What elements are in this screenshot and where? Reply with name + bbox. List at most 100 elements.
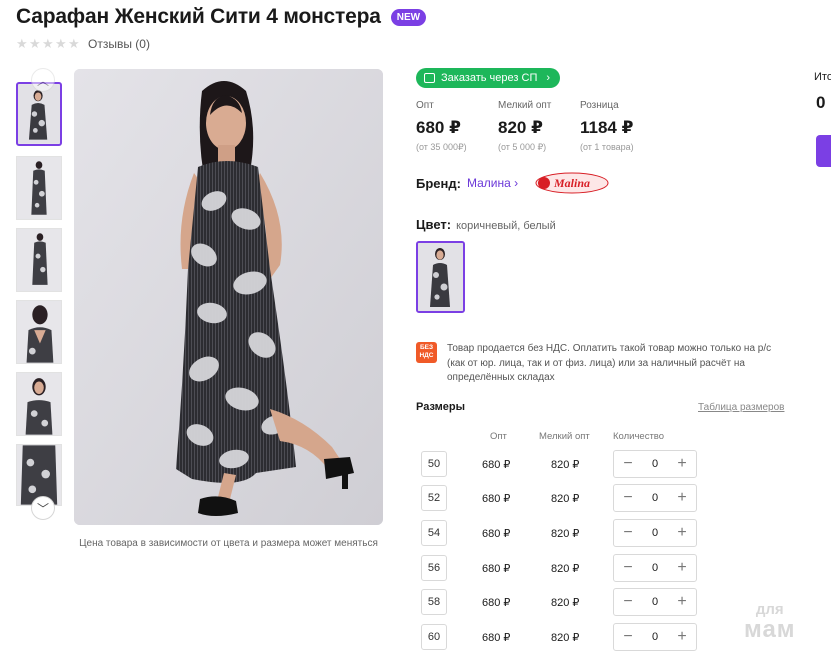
size-option[interactable]: 58 bbox=[421, 589, 447, 615]
size-price-opt: 680 ₽ bbox=[482, 597, 511, 609]
size-price-small-opt: 820 ₽ bbox=[551, 563, 580, 575]
minus-icon[interactable]: − bbox=[621, 456, 635, 472]
thumbnail-3[interactable] bbox=[16, 228, 62, 292]
thumbnail-5[interactable] bbox=[16, 372, 62, 436]
brand-name: Малина bbox=[466, 176, 511, 190]
star-icon: ★ bbox=[55, 36, 67, 51]
size-row: 54 680 ₽ 820 ₽ − 0 + bbox=[416, 519, 706, 548]
sizes-title: Размеры bbox=[416, 401, 466, 413]
price-tier-note: (от 5 000 ₽) bbox=[498, 142, 547, 152]
brand-logo-text: Malina bbox=[553, 176, 590, 190]
plus-icon[interactable]: + bbox=[675, 490, 689, 506]
brand-logo[interactable]: Malina bbox=[534, 172, 610, 194]
size-price-opt: 680 ₽ bbox=[482, 563, 511, 575]
plus-icon[interactable]: + bbox=[675, 594, 689, 610]
plus-icon[interactable]: + bbox=[675, 525, 689, 541]
size-price-opt: 680 ₽ bbox=[482, 459, 511, 471]
photo-price-note: Цена товара в зависимости от цвета и раз… bbox=[79, 538, 378, 549]
no-vat-icon: БЕЗ НДС bbox=[416, 342, 437, 363]
title-row: Сарафан Женский Сити 4 монстера NEW bbox=[16, 5, 427, 29]
brand-label: Бренд: bbox=[416, 175, 461, 191]
minus-icon[interactable]: − bbox=[621, 525, 635, 541]
quantity-stepper: − 0 + bbox=[613, 623, 697, 651]
order-via-sp-label: Заказать через СП bbox=[441, 72, 538, 84]
add-to-cart-button[interactable] bbox=[816, 135, 831, 167]
plus-icon[interactable]: + bbox=[675, 456, 689, 472]
no-vat-icon-line2: НДС bbox=[419, 352, 434, 359]
price-tiers: Опт 680 ₽ (от 35 000₽) Мелкий опт 820 ₽ … bbox=[416, 100, 662, 153]
size-price-small-opt: 820 ₽ bbox=[551, 597, 580, 609]
reviews-link[interactable]: Отзывы (0) bbox=[88, 37, 150, 51]
size-price-small-opt: 820 ₽ bbox=[551, 459, 580, 471]
chevron-right-icon: › bbox=[546, 72, 551, 84]
vat-notice: Товар продается без НДС. Оплатить такой … bbox=[447, 343, 772, 383]
col-header-small-opt: Мелкий опт bbox=[539, 431, 590, 442]
price-tier-value: 680 ₽ bbox=[416, 118, 461, 137]
watermark-line2: мам bbox=[744, 616, 796, 643]
thumbnail-2[interactable] bbox=[16, 156, 62, 220]
chevron-down-icon: ﹀ bbox=[36, 501, 49, 516]
color-value: коричневый, белый bbox=[456, 220, 556, 232]
size-option[interactable]: 60 bbox=[421, 624, 447, 650]
quantity-value[interactable]: 0 bbox=[652, 527, 658, 539]
size-price-opt: 680 ₽ bbox=[482, 632, 511, 644]
total-label: Ито bbox=[814, 71, 831, 83]
quantity-value[interactable]: 0 bbox=[652, 492, 658, 504]
color-row: Цвет: коричневый, белый bbox=[416, 217, 556, 232]
minus-icon[interactable]: − bbox=[621, 629, 635, 645]
size-option[interactable]: 52 bbox=[421, 485, 447, 511]
size-row: 58 680 ₽ 820 ₽ − 0 + bbox=[416, 588, 706, 617]
quantity-value[interactable]: 0 bbox=[652, 596, 658, 608]
size-row: 52 680 ₽ 820 ₽ − 0 + bbox=[416, 484, 706, 513]
thumbs-down-button[interactable]: ﹀ bbox=[31, 496, 55, 520]
quantity-stepper: − 0 + bbox=[613, 450, 697, 478]
brand-row: Бренд: Малина › Malina bbox=[416, 172, 610, 194]
rating-stars: ★ ★ ★ ★ ★ bbox=[16, 36, 80, 51]
plus-icon[interactable]: + bbox=[675, 560, 689, 576]
plus-icon[interactable]: + bbox=[675, 629, 689, 645]
size-price-opt: 680 ₽ bbox=[482, 528, 511, 540]
star-icon: ★ bbox=[68, 36, 80, 51]
size-row: 56 680 ₽ 820 ₽ − 0 + bbox=[416, 554, 706, 583]
quantity-stepper: − 0 + bbox=[613, 554, 697, 582]
quantity-value[interactable]: 0 bbox=[652, 562, 658, 574]
thumbs-up-button[interactable]: ︿ bbox=[31, 68, 55, 92]
price-tier-label: Опт bbox=[416, 100, 434, 111]
size-row: 50 680 ₽ 820 ₽ − 0 + bbox=[416, 450, 706, 479]
price-tier-value: 1184 ₽ bbox=[580, 118, 634, 137]
cart-icon bbox=[424, 73, 435, 83]
price-tier-value: 820 ₽ bbox=[498, 118, 543, 137]
product-title: Сарафан Женский Сити 4 монстера bbox=[16, 5, 381, 28]
price-tier-note: (от 1 товара) bbox=[580, 142, 634, 152]
price-tier-opt: Опт 680 ₽ (от 35 000₽) bbox=[416, 100, 498, 153]
quantity-stepper: − 0 + bbox=[613, 484, 697, 512]
minus-icon[interactable]: − bbox=[621, 490, 635, 506]
main-product-photo[interactable] bbox=[74, 69, 383, 525]
col-header-qty: Количество bbox=[613, 431, 665, 442]
size-option[interactable]: 54 bbox=[421, 520, 447, 546]
star-icon: ★ bbox=[16, 36, 28, 51]
star-icon: ★ bbox=[42, 36, 54, 51]
quantity-value[interactable]: 0 bbox=[652, 631, 658, 643]
size-price-small-opt: 820 ₽ bbox=[551, 528, 580, 540]
quantity-value[interactable]: 0 bbox=[652, 458, 658, 470]
size-table-link[interactable]: Таблица размеров bbox=[698, 402, 784, 413]
col-header-opt: Опт bbox=[490, 431, 507, 442]
brand-link[interactable]: Малина › bbox=[467, 176, 518, 190]
price-tier-retail: Розница 1184 ₽ (от 1 товара) bbox=[580, 100, 662, 153]
quantity-stepper: − 0 + bbox=[613, 519, 697, 547]
thumbnail-4[interactable] bbox=[16, 300, 62, 364]
size-row: 60 680 ₽ 820 ₽ − 0 + bbox=[416, 623, 706, 652]
price-tier-note: (от 35 000₽) bbox=[416, 142, 467, 152]
chevron-up-icon: ︿ bbox=[36, 73, 49, 88]
color-swatch[interactable] bbox=[416, 241, 465, 313]
minus-icon[interactable]: − bbox=[621, 594, 635, 610]
size-option[interactable]: 50 bbox=[421, 451, 447, 477]
minus-icon[interactable]: − bbox=[621, 560, 635, 576]
size-price-small-opt: 820 ₽ bbox=[551, 632, 580, 644]
size-option[interactable]: 56 bbox=[421, 555, 447, 581]
rating-row: ★ ★ ★ ★ ★ Отзывы (0) bbox=[16, 37, 150, 51]
watermark-logo: для мам bbox=[744, 600, 796, 643]
order-via-sp-button[interactable]: Заказать через СП › bbox=[416, 68, 561, 88]
price-tier-label: Мелкий опт bbox=[498, 100, 552, 111]
